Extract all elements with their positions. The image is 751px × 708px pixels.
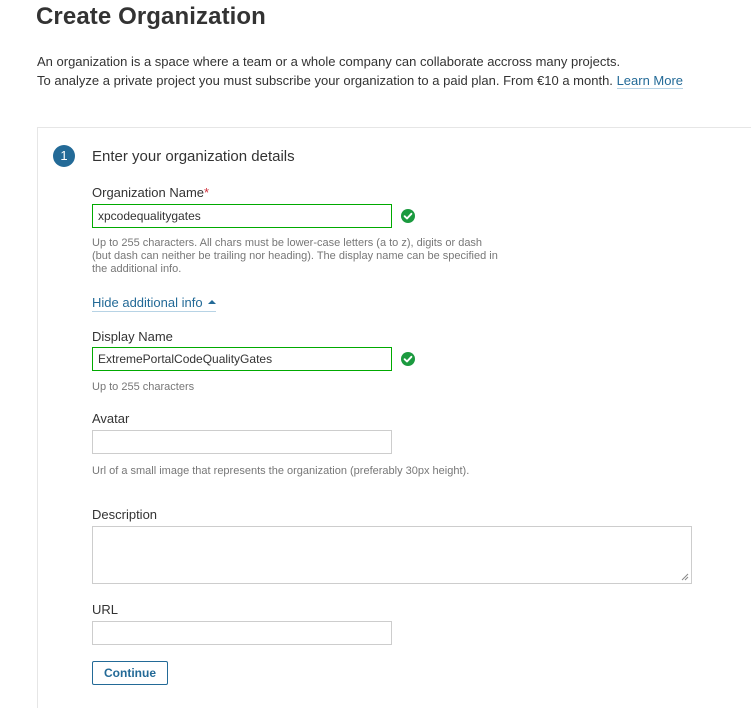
org-name-hint: Up to 255 characters. All chars must be … bbox=[92, 237, 498, 275]
display-name-hint: Up to 255 characters bbox=[92, 381, 195, 393]
step-title: Enter your organization details bbox=[92, 148, 295, 165]
avatar-label: Avatar bbox=[92, 411, 130, 426]
url-input[interactable] bbox=[92, 621, 392, 645]
intro-line-1: An organization is a space where a team … bbox=[37, 54, 621, 69]
display-name-label: Display Name bbox=[92, 329, 173, 344]
learn-more-link[interactable]: Learn More bbox=[616, 73, 684, 89]
org-name-label: Organization Name* bbox=[92, 185, 209, 200]
intro-text: An organization is a space where a team … bbox=[37, 52, 684, 90]
description-textarea[interactable] bbox=[92, 526, 692, 584]
required-marker: * bbox=[204, 185, 210, 200]
step-number-badge: 1 bbox=[53, 145, 75, 167]
avatar-input[interactable] bbox=[92, 430, 392, 454]
intro-line-2-text: To analyze a private project you must su… bbox=[37, 73, 613, 88]
continue-button[interactable]: Continue bbox=[92, 661, 168, 685]
description-label: Description bbox=[92, 507, 158, 522]
check-circle-icon bbox=[401, 352, 415, 366]
hide-additional-info-link[interactable]: Hide additional info bbox=[92, 295, 216, 312]
avatar-hint: Url of a small image that represents the… bbox=[92, 465, 470, 477]
org-name-input[interactable] bbox=[92, 204, 392, 228]
check-circle-icon bbox=[401, 209, 415, 223]
url-label: URL bbox=[92, 602, 119, 617]
page-title: Create Organization bbox=[36, 3, 266, 30]
org-name-label-text: Organization Name bbox=[92, 185, 204, 200]
display-name-input[interactable] bbox=[92, 347, 392, 371]
hide-additional-info-label: Hide additional info bbox=[92, 295, 203, 310]
resize-grip-icon[interactable] bbox=[681, 573, 689, 581]
intro-line-2: To analyze a private project you must su… bbox=[37, 71, 684, 90]
caret-up-icon bbox=[207, 299, 216, 304]
